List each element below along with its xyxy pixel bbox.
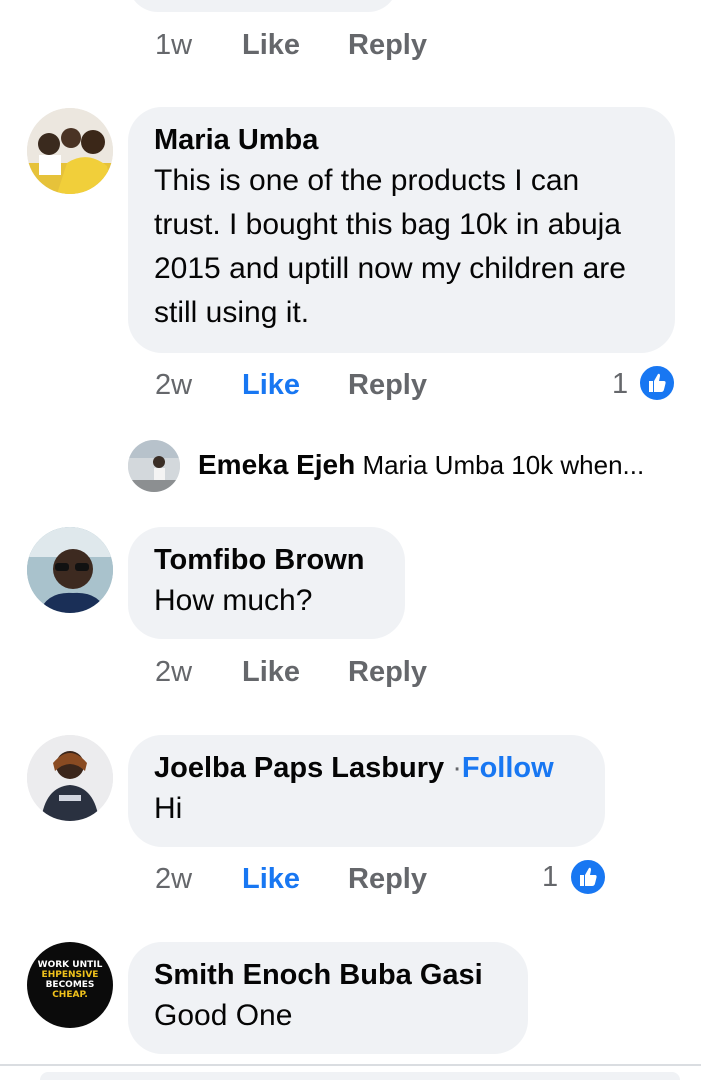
comment-bubble[interactable]: Maria Umba This is one of the products I… bbox=[128, 107, 675, 353]
comment-author[interactable]: Maria Umba bbox=[154, 123, 649, 157]
reply-author: Emeka Ejeh bbox=[198, 449, 356, 480]
like-reaction-icon bbox=[569, 858, 607, 896]
comment-text: Hi bbox=[154, 792, 183, 825]
comment-header: Joelba Paps Lasbury ·Follow bbox=[154, 751, 579, 785]
comment-author[interactable]: Smith Enoch Buba Gasi bbox=[154, 958, 502, 992]
comment-bubble[interactable]: Joelba Paps Lasbury ·Follow Hi bbox=[128, 735, 605, 847]
comment-time: 1w bbox=[155, 29, 193, 61]
reply-button[interactable]: Reply bbox=[348, 655, 427, 689]
follow-button[interactable]: Follow bbox=[462, 752, 554, 784]
reply-button[interactable]: Reply bbox=[348, 368, 427, 402]
reply-button[interactable]: Reply bbox=[348, 28, 427, 62]
comment-author[interactable]: Tomfibo Brown bbox=[154, 543, 379, 577]
comment-time: 2w bbox=[155, 369, 193, 401]
avatar[interactable]: WORK UNTIL EHPENSIVE BECOMES CHEAP. bbox=[27, 942, 113, 1028]
comment-text: How much? bbox=[154, 584, 313, 617]
comment-text: Good One bbox=[154, 999, 293, 1032]
reaction-count[interactable]: 1 bbox=[612, 367, 628, 401]
like-button[interactable]: Like bbox=[242, 655, 300, 689]
next-comment-bubble-edge bbox=[40, 1072, 680, 1080]
comment-time: 2w bbox=[155, 656, 193, 688]
comment-bubble[interactable]: Tomfibo Brown How much? bbox=[128, 527, 405, 639]
like-button[interactable]: Like bbox=[242, 368, 300, 402]
avatar[interactable] bbox=[27, 108, 113, 194]
comment-author[interactable]: Joelba Paps Lasbury bbox=[154, 752, 444, 784]
like-button[interactable]: Like bbox=[242, 862, 300, 896]
reply-avatar[interactable] bbox=[128, 440, 180, 492]
avatar-slogan: WORK UNTIL EHPENSIVE BECOMES CHEAP. bbox=[37, 960, 103, 1000]
reply-button[interactable]: Reply bbox=[348, 862, 427, 896]
avatar[interactable] bbox=[27, 527, 113, 613]
reaction-count[interactable]: 1 bbox=[542, 860, 558, 894]
previous-comment-bubble bbox=[128, 0, 398, 12]
comment-bubble[interactable]: Smith Enoch Buba Gasi Good One bbox=[128, 942, 528, 1054]
comment-time: 2w bbox=[155, 863, 193, 895]
avatar[interactable] bbox=[27, 735, 113, 821]
follow-separator: · bbox=[452, 752, 462, 784]
like-button[interactable]: Like bbox=[242, 28, 300, 62]
bottom-divider bbox=[0, 1064, 701, 1066]
reply-preview[interactable]: Emeka Ejeh Maria Umba 10k when... bbox=[198, 449, 644, 481]
comment-text: This is one of the products I can trust.… bbox=[154, 164, 626, 329]
like-reaction-icon bbox=[638, 364, 676, 402]
reply-snippet: Maria Umba 10k when... bbox=[362, 450, 645, 480]
